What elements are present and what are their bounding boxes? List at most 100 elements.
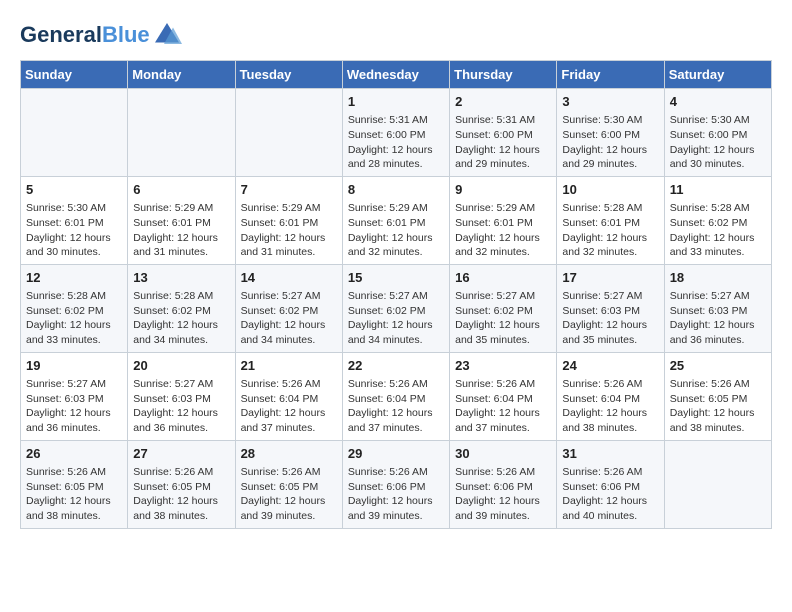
day-info: Sunrise: 5:27 AM Sunset: 6:02 PM Dayligh… [241,289,337,348]
calendar-cell: 31Sunrise: 5:26 AM Sunset: 6:06 PM Dayli… [557,440,664,528]
day-info: Sunrise: 5:26 AM Sunset: 6:06 PM Dayligh… [348,465,444,524]
day-info: Sunrise: 5:29 AM Sunset: 6:01 PM Dayligh… [133,201,229,260]
calendar-cell: 18 Sunrise: 5:27 AM Sunset: 6:03 PM Dayli… [664,264,771,352]
day-info: Sunrise: 5:26 AM Sunset: 6:04 PM Dayligh… [455,377,551,436]
day-number: 24 [562,357,658,375]
day-info: Sunrise: 5:27 AM Sunset: 6:02 PM Dayligh… [348,289,444,348]
calendar-week-1: 1 Sunrise: 5:31 AM Sunset: 6:00 PM Daylig… [21,89,772,177]
day-number: 6 [133,181,229,199]
day-info: Sunrise: 5:26 AM Sunset: 6:05 PM Dayligh… [241,465,337,524]
calendar-header-saturday: Saturday [664,61,771,89]
day-info: Sunrise: 5:26 AM Sunset: 6:05 PM Dayligh… [133,465,229,524]
calendar-cell: 23 Sunrise: 5:26 AM Sunset: 6:04 PM Dayli… [450,352,557,440]
day-number: 19 [26,357,122,375]
calendar-cell: 20Sunrise: 5:27 AM Sunset: 6:03 PM Dayli… [128,352,235,440]
day-number: 10 [562,181,658,199]
calendar-cell: 10 Sunrise: 5:28 AM Sunset: 6:01 PM Dayli… [557,176,664,264]
day-number: 30 [455,445,551,463]
day-info: Sunrise: 5:27 AM Sunset: 6:03 PM Dayligh… [670,289,766,348]
day-number: 31 [562,445,658,463]
calendar-cell: 11 Sunrise: 5:28 AM Sunset: 6:02 PM Dayli… [664,176,771,264]
calendar-cell: 8 Sunrise: 5:29 AM Sunset: 6:01 PM Daylig… [342,176,449,264]
calendar-header-sunday: Sunday [21,61,128,89]
day-info: Sunrise: 5:30 AM Sunset: 6:00 PM Dayligh… [562,113,658,172]
day-number: 1 [348,93,444,111]
day-number: 16 [455,269,551,287]
day-info: Sunrise: 5:28 AM Sunset: 6:01 PM Dayligh… [562,201,658,260]
calendar-cell: 26 Sunrise: 5:26 AM Sunset: 6:05 PM Dayli… [21,440,128,528]
day-number: 25 [670,357,766,375]
day-info: Sunrise: 5:26 AM Sunset: 6:04 PM Dayligh… [348,377,444,436]
day-info: Sunrise: 5:27 AM Sunset: 6:03 PM Dayligh… [26,377,122,436]
day-number: 21 [241,357,337,375]
day-number: 20 [133,357,229,375]
day-info: Sunrise: 5:31 AM Sunset: 6:00 PM Dayligh… [455,113,551,172]
day-info: Sunrise: 5:28 AM Sunset: 6:02 PM Dayligh… [670,201,766,260]
calendar-cell [128,89,235,177]
calendar-header-tuesday: Tuesday [235,61,342,89]
calendar-table: SundayMondayTuesdayWednesdayThursdayFrid… [20,60,772,529]
logo: GeneralBlue [20,20,182,50]
day-info: Sunrise: 5:26 AM Sunset: 6:06 PM Dayligh… [455,465,551,524]
day-info: Sunrise: 5:30 AM Sunset: 6:01 PM Dayligh… [26,201,122,260]
day-number: 28 [241,445,337,463]
day-info: Sunrise: 5:27 AM Sunset: 6:03 PM Dayligh… [562,289,658,348]
calendar-week-4: 19 Sunrise: 5:27 AM Sunset: 6:03 PM Dayli… [21,352,772,440]
day-number: 11 [670,181,766,199]
calendar-cell: 1 Sunrise: 5:31 AM Sunset: 6:00 PM Daylig… [342,89,449,177]
logo-icon [152,20,182,50]
day-number: 12 [26,269,122,287]
day-info: Sunrise: 5:29 AM Sunset: 6:01 PM Dayligh… [241,201,337,260]
day-number: 13 [133,269,229,287]
day-number: 27 [133,445,229,463]
day-number: 18 [670,269,766,287]
day-number: 14 [241,269,337,287]
calendar-cell: 13 Sunrise: 5:28 AM Sunset: 6:02 PM Dayli… [128,264,235,352]
calendar-cell: 22 Sunrise: 5:26 AM Sunset: 6:04 PM Dayli… [342,352,449,440]
calendar-cell: 14 Sunrise: 5:27 AM Sunset: 6:02 PM Dayli… [235,264,342,352]
calendar-cell: 21Sunrise: 5:26 AM Sunset: 6:04 PM Dayli… [235,352,342,440]
day-info: Sunrise: 5:31 AM Sunset: 6:00 PM Dayligh… [348,113,444,172]
logo-text: GeneralBlue [20,23,150,47]
day-info: Sunrise: 5:26 AM Sunset: 6:05 PM Dayligh… [26,465,122,524]
calendar-cell: 29Sunrise: 5:26 AM Sunset: 6:06 PM Dayli… [342,440,449,528]
day-info: Sunrise: 5:29 AM Sunset: 6:01 PM Dayligh… [455,201,551,260]
day-number: 8 [348,181,444,199]
calendar-cell: 16 Sunrise: 5:27 AM Sunset: 6:02 PM Dayli… [450,264,557,352]
day-info: Sunrise: 5:30 AM Sunset: 6:00 PM Dayligh… [670,113,766,172]
day-info: Sunrise: 5:26 AM Sunset: 6:05 PM Dayligh… [670,377,766,436]
calendar-week-5: 26 Sunrise: 5:26 AM Sunset: 6:05 PM Dayli… [21,440,772,528]
calendar-week-2: 5 Sunrise: 5:30 AM Sunset: 6:01 PM Daylig… [21,176,772,264]
day-number: 3 [562,93,658,111]
day-number: 26 [26,445,122,463]
calendar-cell [664,440,771,528]
day-number: 22 [348,357,444,375]
calendar-cell: 2 Sunrise: 5:31 AM Sunset: 6:00 PM Daylig… [450,89,557,177]
calendar-cell: 9Sunrise: 5:29 AM Sunset: 6:01 PM Daylig… [450,176,557,264]
calendar-header-monday: Monday [128,61,235,89]
calendar-cell: 24 Sunrise: 5:26 AM Sunset: 6:04 PM Dayli… [557,352,664,440]
page-header: GeneralBlue [20,20,772,50]
calendar-cell: 6 Sunrise: 5:29 AM Sunset: 6:01 PM Daylig… [128,176,235,264]
day-number: 2 [455,93,551,111]
calendar-cell: 19 Sunrise: 5:27 AM Sunset: 6:03 PM Dayli… [21,352,128,440]
day-info: Sunrise: 5:28 AM Sunset: 6:02 PM Dayligh… [133,289,229,348]
calendar-cell: 15 Sunrise: 5:27 AM Sunset: 6:02 PM Dayli… [342,264,449,352]
day-number: 15 [348,269,444,287]
calendar-cell: 4Sunrise: 5:30 AM Sunset: 6:00 PM Daylig… [664,89,771,177]
calendar-cell: 12Sunrise: 5:28 AM Sunset: 6:02 PM Dayli… [21,264,128,352]
day-number: 17 [562,269,658,287]
calendar-cell [235,89,342,177]
calendar-week-3: 12 Sunrise: 5:28 AM Sunset: 6:02 PM Dayli… [21,264,772,352]
calendar-cell: 25 Sunrise: 5:26 AM Sunset: 6:05 PM Dayli… [664,352,771,440]
calendar-cell: 3 Sunrise: 5:30 AM Sunset: 6:00 PM Daylig… [557,89,664,177]
calendar-header-row: SundayMondayTuesdayWednesdayThursdayFrid… [21,61,772,89]
calendar-cell: 28 Sunrise: 5:26 AM Sunset: 6:05 PM Dayli… [235,440,342,528]
day-number: 5 [26,181,122,199]
calendar-cell: 5 Sunrise: 5:30 AM Sunset: 6:01 PM Daylig… [21,176,128,264]
day-number: 23 [455,357,551,375]
calendar-cell: 27 Sunrise: 5:26 AM Sunset: 6:05 PM Dayli… [128,440,235,528]
day-info: Sunrise: 5:27 AM Sunset: 6:02 PM Dayligh… [455,289,551,348]
day-info: Sunrise: 5:29 AM Sunset: 6:01 PM Dayligh… [348,201,444,260]
day-info: Sunrise: 5:26 AM Sunset: 6:04 PM Dayligh… [562,377,658,436]
